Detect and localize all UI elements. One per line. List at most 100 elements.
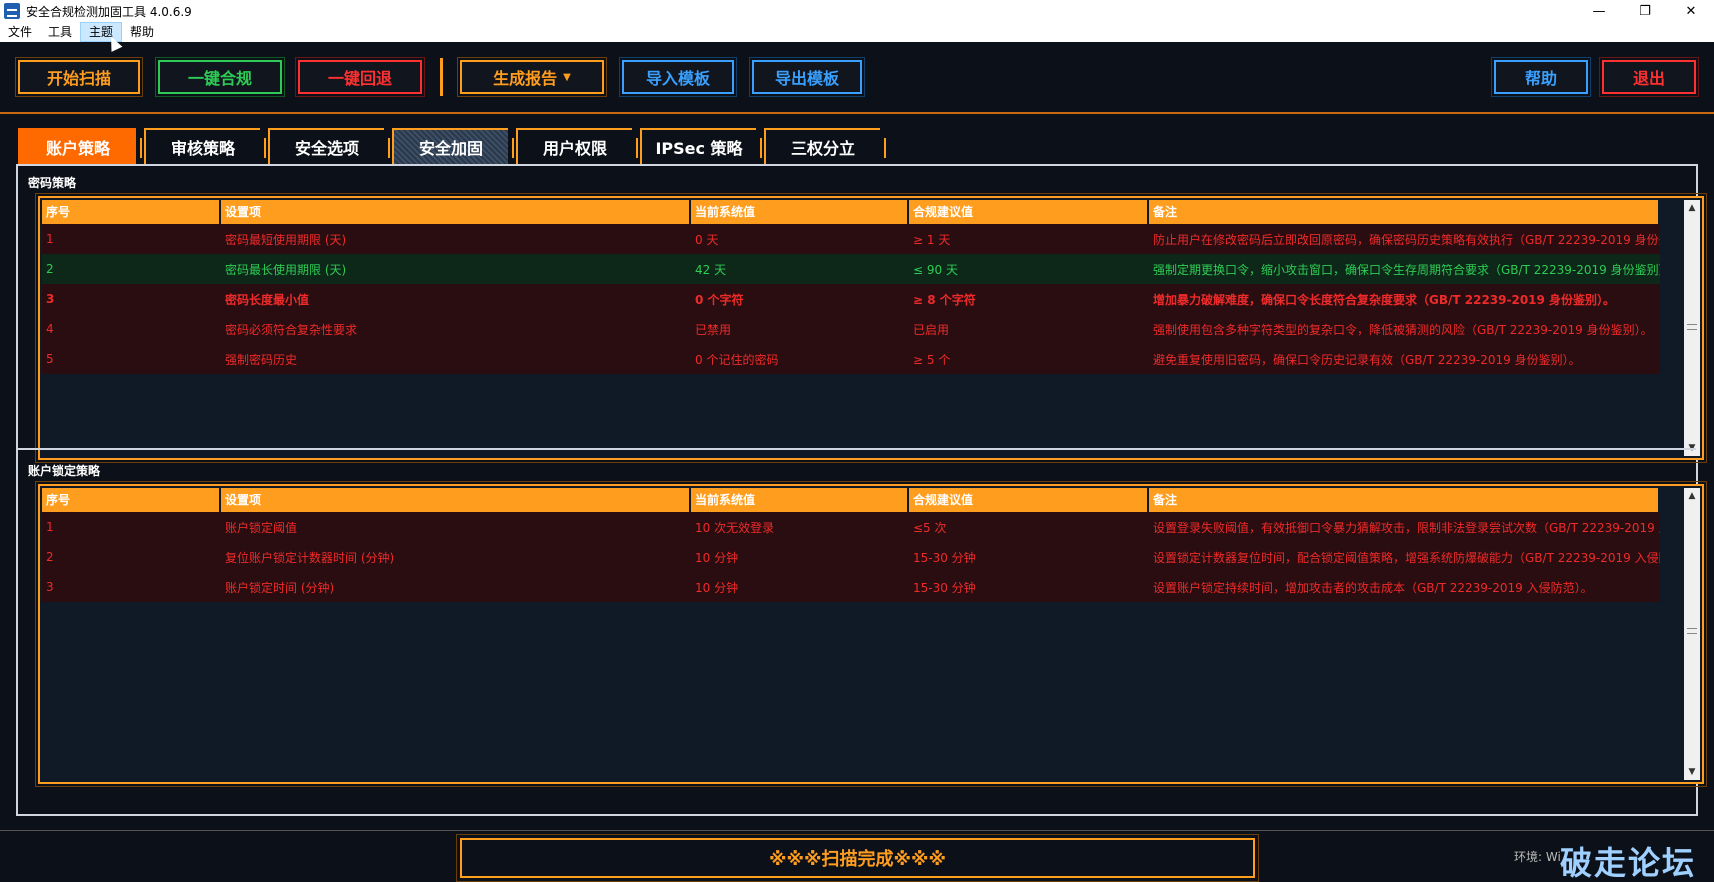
- close-button[interactable]: ✕: [1668, 0, 1714, 22]
- col-setting: 设置项: [221, 488, 691, 512]
- col-index: 序号: [42, 488, 221, 512]
- menu-file[interactable]: 文件: [0, 22, 40, 42]
- cell-setting: 密码长度最小值: [225, 292, 310, 307]
- menu-tools[interactable]: 工具: [40, 22, 80, 42]
- generate-report-button[interactable]: 生成报告 ▼: [457, 57, 607, 97]
- cell-index: 5: [46, 352, 54, 366]
- cell-recommended: 已启用: [913, 322, 950, 337]
- account-policy-panel: 密码策略 序号 设置项 当前系统值 合规建议值 备注 1 密码最短使用期限 (天…: [16, 164, 1707, 816]
- table-row[interactable]: 5 强制密码历史 0 个记住的密码 ≥ 5 个 避免重复使用旧密码，确保口令历史…: [42, 344, 1660, 374]
- start-scan-button[interactable]: 开始扫描: [15, 57, 143, 97]
- toolbar-separator: [440, 58, 443, 96]
- col-current-value: 当前系统值: [691, 200, 909, 224]
- lockout-policy-table: 序号 设置项 当前系统值 合规建议值 备注 1 账户锁定阈值 10 次无效登录 …: [35, 481, 1707, 787]
- tab-ipsec-policy[interactable]: IPSec 策略: [640, 128, 762, 164]
- cell-current: 0 天: [695, 232, 719, 247]
- section-divider: [18, 448, 1696, 450]
- cell-index: 1: [46, 232, 54, 246]
- cell-setting: 账户锁定阈值: [225, 520, 298, 535]
- chevron-down-icon: ▼: [563, 71, 571, 83]
- exit-button[interactable]: 退出: [1599, 57, 1699, 97]
- scroll-up-icon[interactable]: ▲: [1684, 488, 1700, 504]
- cell-current: 42 天: [695, 262, 727, 277]
- table-header: 序号 设置项 当前系统值 合规建议值 备注: [42, 200, 1660, 224]
- table-header: 序号 设置项 当前系统值 合规建议值 备注: [42, 488, 1660, 512]
- lockout-table-scrollbar[interactable]: ▲ ▼: [1684, 488, 1700, 780]
- maximize-button[interactable]: ❐: [1622, 0, 1668, 22]
- one-click-comply-button[interactable]: 一键合规: [155, 57, 285, 97]
- cell-remark: 设置登录失败阈值，有效抵御口令暴力猜解攻击，限制非法登录尝试次数（GB/T 22…: [1153, 520, 1660, 535]
- window-controls: — ❐ ✕: [1576, 0, 1714, 22]
- cell-remark: 防止用户在修改密码后立即改回原密码，确保密码历史策略有效执行（GB/T 2223…: [1153, 232, 1660, 247]
- col-recommended-value: 合规建议值: [909, 200, 1149, 224]
- table-row[interactable]: 2 密码最长使用期限 (天) 42 天 ≤ 90 天 强制定期更换口令，缩小攻击…: [42, 254, 1660, 284]
- cell-index: 2: [46, 262, 54, 276]
- cell-index: 1: [46, 520, 54, 534]
- cell-setting: 密码最短使用期限 (天): [225, 232, 347, 247]
- minimize-button[interactable]: —: [1576, 0, 1622, 22]
- cell-setting: 密码必须符合复杂性要求: [225, 322, 358, 337]
- cell-recommended: 15-30 分钟: [913, 580, 976, 595]
- title-bar: 安全合规检测加固工具 4.0.6.9 — ❐ ✕: [0, 0, 1714, 22]
- cell-remark: 强制使用包含多种字符类型的复杂口令，降低被猜测的风险（GB/T 22239-20…: [1153, 322, 1653, 337]
- scroll-grip-icon: [1687, 324, 1697, 330]
- col-current-value: 当前系统值: [691, 488, 909, 512]
- table-row[interactable]: 2 复位账户锁定计数器时间 (分钟) 10 分钟 15-30 分钟 设置锁定计数…: [42, 542, 1660, 572]
- tab-security-hardening[interactable]: 安全加固: [392, 128, 514, 164]
- password-policy-table: 序号 设置项 当前系统值 合规建议值 备注 1 密码最短使用期限 (天) 0 天…: [35, 193, 1707, 463]
- table-row[interactable]: 3 账户锁定时间 (分钟) 10 分钟 15-30 分钟 设置账户锁定持续时间，…: [42, 572, 1660, 602]
- export-template-button[interactable]: 导出模板: [749, 57, 865, 97]
- tab-account-policy[interactable]: 账户策略: [18, 128, 142, 164]
- scroll-down-icon[interactable]: ▼: [1684, 764, 1700, 780]
- cell-recommended: 15-30 分钟: [913, 550, 976, 565]
- table-row[interactable]: 1 密码最短使用期限 (天) 0 天 ≥ 1 天 防止用户在修改密码后立即改回原…: [42, 224, 1660, 254]
- cell-setting: 强制密码历史: [225, 352, 298, 367]
- tab-audit-policy[interactable]: 审核策略: [144, 128, 266, 164]
- cell-setting: 账户锁定时间 (分钟): [225, 580, 335, 595]
- cell-remark: 避免重复使用旧密码，确保口令历史记录有效（GB/T 22239-2019 身份鉴…: [1153, 352, 1581, 367]
- tab-separation-of-powers[interactable]: 三权分立: [764, 128, 886, 164]
- password-policy-title: 密码策略: [28, 176, 77, 190]
- menu-help[interactable]: 帮助: [122, 22, 162, 42]
- tab-user-rights[interactable]: 用户权限: [516, 128, 638, 164]
- col-remark: 备注: [1149, 488, 1660, 512]
- one-click-rollback-button[interactable]: 一键回退: [295, 57, 425, 97]
- cell-remark: 强制定期更换口令，缩小攻击窗口，确保口令生存周期符合要求（GB/T 22239-…: [1153, 262, 1660, 277]
- menu-bar: 文件 工具 主题 帮助: [0, 22, 1714, 42]
- forum-watermark: 破走论坛: [1560, 844, 1697, 882]
- cell-recommended: ≥ 8 个字符: [913, 292, 976, 307]
- cell-remark: 设置锁定计数器复位时间，配合锁定阈值策略，增强系统防爆破能力（GB/T 2223…: [1153, 550, 1660, 565]
- table-row[interactable]: 4 密码必须符合复杂性要求 已禁用 已启用 强制使用包含多种字符类型的复杂口令，…: [42, 314, 1660, 344]
- cell-current: 10 次无效登录: [695, 520, 775, 535]
- cell-current: 0 个记住的密码: [695, 352, 779, 367]
- environment-label: 环境: Wi: [1514, 850, 1561, 864]
- generate-report-label: 生成报告: [493, 69, 558, 88]
- tab-security-options[interactable]: 安全选项: [268, 128, 390, 164]
- cell-remark: 增加暴力破解难度，确保口令长度符合复杂度要求（GB/T 22239-2019 身…: [1153, 292, 1616, 307]
- cell-setting: 复位账户锁定计数器时间 (分钟): [225, 550, 395, 565]
- cell-index: 2: [46, 550, 54, 564]
- import-template-button[interactable]: 导入模板: [619, 57, 737, 97]
- scroll-up-icon[interactable]: ▲: [1684, 200, 1700, 216]
- table-row[interactable]: 1 账户锁定阈值 10 次无效登录 ≤5 次 设置登录失败阈值，有效抵御口令暴力…: [42, 512, 1660, 542]
- cell-current: 0 个字符: [695, 292, 744, 307]
- window-title: 安全合规检测加固工具 4.0.6.9: [26, 4, 192, 19]
- cell-current: 10 分钟: [695, 580, 739, 595]
- table-row[interactable]: 3 密码长度最小值 0 个字符 ≥ 8 个字符 增加暴力破解难度，确保口令长度符…: [42, 284, 1660, 314]
- cell-current: 已禁用: [695, 322, 732, 337]
- col-recommended-value: 合规建议值: [909, 488, 1149, 512]
- footer-divider: [0, 830, 1714, 831]
- scroll-grip-icon: [1687, 628, 1697, 634]
- cell-setting: 密码最长使用期限 (天): [225, 262, 347, 277]
- scan-status-banner: ※※※扫描完成※※※: [456, 834, 1259, 882]
- password-table-scrollbar[interactable]: ▲ ▼: [1684, 200, 1700, 456]
- cell-index: 4: [46, 322, 54, 336]
- lockout-policy-grid: 序号 设置项 当前系统值 合规建议值 备注 1 账户锁定阈值 10 次无效登录 …: [42, 488, 1660, 602]
- lockout-policy-title: 账户锁定策略: [28, 464, 101, 478]
- help-button[interactable]: 帮助: [1491, 57, 1591, 97]
- cell-current: 10 分钟: [695, 550, 739, 565]
- app-icon: [4, 3, 20, 19]
- cell-recommended: ≤ 90 天: [913, 262, 958, 277]
- password-policy-grid: 序号 设置项 当前系统值 合规建议值 备注 1 密码最短使用期限 (天) 0 天…: [42, 200, 1660, 374]
- toolbar-divider: [0, 112, 1714, 114]
